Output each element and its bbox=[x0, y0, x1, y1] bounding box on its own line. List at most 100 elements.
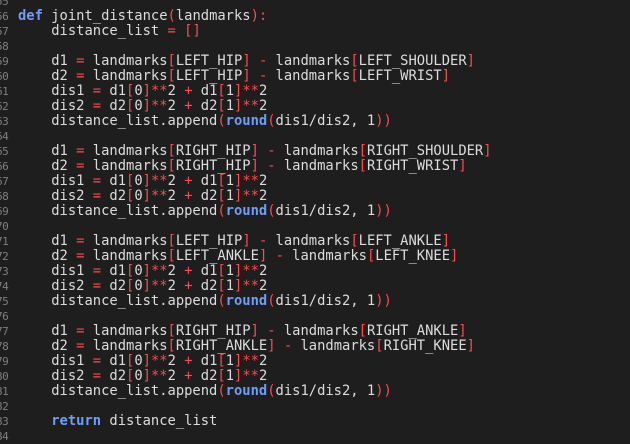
code-line[interactable]: 75 distance_list.append(round(dis1/dis2,… bbox=[0, 294, 630, 309]
code-token-plain: dis2 bbox=[18, 98, 93, 114]
code-line[interactable]: 57 distance_list = [] bbox=[0, 24, 630, 39]
code-line[interactable]: 73 dis1 = d1[0]**2 + d1[1]**2 bbox=[0, 264, 630, 279]
code-token-param: landmarks bbox=[175, 8, 251, 24]
code-token-bracket: ] bbox=[142, 368, 151, 384]
code-token-operator: ** bbox=[242, 98, 259, 114]
code-token-bracket: ] bbox=[142, 263, 151, 279]
code-token-operator: + bbox=[184, 353, 193, 369]
code-line[interactable]: 80 dis2 = d2[0]**2 + d2[1]**2 bbox=[0, 369, 630, 384]
code-line[interactable]: 58 bbox=[0, 39, 630, 54]
code-line[interactable]: 59 d1 = landmarks[LEFT_HIP] - landmarks[… bbox=[0, 54, 630, 69]
code-token-plain: distance_list.append bbox=[18, 383, 218, 399]
code-token-plain: LEFT_ANKLE bbox=[358, 233, 442, 249]
code-line[interactable]: 83 return distance_list bbox=[0, 414, 630, 429]
code-line[interactable]: 62 dis2 = d2[0]**2 + d2[1]**2 bbox=[0, 99, 630, 114]
line-number: 69 bbox=[0, 205, 9, 218]
code-line[interactable]: 77 d1 = landmarks[RIGHT_HIP] - landmarks… bbox=[0, 324, 630, 339]
line-code: d2 = landmarks[LEFT_HIP] - landmarks[LEF… bbox=[18, 69, 450, 84]
code-token-plain: landmarks bbox=[275, 143, 359, 159]
line-code: dis1 = d1[0]**2 + d1[1]**2 bbox=[18, 354, 267, 369]
code-token-bracket: ] bbox=[250, 323, 259, 339]
code-token-plain: d1 bbox=[18, 233, 77, 249]
code-token-plain: distance_list.append bbox=[18, 113, 218, 129]
code-line[interactable]: 70 bbox=[0, 219, 630, 234]
code-token-plain: LEFT_KNEE bbox=[375, 248, 451, 264]
code-token-plain: dis1/dis2, 1 bbox=[275, 293, 376, 309]
code-line[interactable]: 69 distance_list.append(round(dis1/dis2,… bbox=[0, 204, 630, 219]
code-token-operator: ** bbox=[242, 83, 259, 99]
code-token-plain: RIGHT_HIP bbox=[175, 323, 251, 339]
code-token-plain: d2 bbox=[101, 98, 126, 114]
code-line[interactable]: 81 distance_list.append(round(dis1/dis2,… bbox=[0, 384, 630, 399]
code-line[interactable]: 61 dis1 = d1[0]**2 + d1[1]**2 bbox=[0, 84, 630, 99]
code-token-number: 1 bbox=[225, 83, 235, 99]
code-token-operator: + bbox=[184, 83, 193, 99]
code-token-bracket: [ bbox=[217, 83, 226, 99]
code-token-plain: dis1 bbox=[18, 263, 93, 279]
code-line[interactable]: 76 bbox=[0, 309, 630, 324]
code-token-bracket: [ bbox=[167, 53, 176, 69]
code-token-plain: landmarks bbox=[84, 338, 168, 354]
code-token-plain: d1 bbox=[192, 83, 218, 99]
code-token-operator: ** bbox=[150, 98, 168, 114]
code-line[interactable]: 60 d2 = landmarks[LEFT_HIP] - landmarks[… bbox=[0, 69, 630, 84]
code-token-number: 1 bbox=[225, 188, 235, 204]
code-token-operator: - bbox=[258, 68, 268, 84]
code-line[interactable]: 56 def joint_distance(landmarks): bbox=[0, 9, 630, 24]
code-token-bracket: ): bbox=[250, 8, 268, 24]
code-editor[interactable]: 5556def joint_distance(landmarks):57 dis… bbox=[0, 0, 630, 444]
code-line[interactable]: 71 d1 = landmarks[LEFT_HIP] - landmarks[… bbox=[0, 234, 630, 249]
code-token-plain: dis1/dis2, 1 bbox=[275, 203, 376, 219]
code-line[interactable]: 67 dis1 = d1[0]**2 + d1[1]**2 bbox=[0, 174, 630, 189]
code-token-operator: ** bbox=[242, 278, 259, 294]
line-number: 61 bbox=[0, 85, 9, 98]
code-line[interactable]: 78 d2 = landmarks[RIGHT_ANKLE] - landmar… bbox=[0, 339, 630, 354]
code-line[interactable]: 82 bbox=[0, 399, 630, 414]
code-token-plain: dis2 bbox=[18, 278, 93, 294]
code-token-plain: RIGHT_ANKLE bbox=[366, 323, 459, 339]
code-token-number: 1 bbox=[225, 98, 235, 114]
code-line[interactable]: 65 d1 = landmarks[RIGHT_HIP] - landmarks… bbox=[0, 144, 630, 159]
code-token-plain: LEFT_HIP bbox=[175, 233, 243, 249]
code-token-bracket: ] bbox=[458, 323, 467, 339]
code-token-operator: = bbox=[92, 83, 102, 99]
code-token-plain: 2 bbox=[258, 263, 268, 279]
code-token-bracket: ] bbox=[483, 143, 492, 159]
code-token-plain: landmarks bbox=[84, 233, 168, 249]
code-token-plain: 2 bbox=[258, 188, 268, 204]
code-token-plain: landmarks bbox=[84, 158, 168, 174]
code-token-plain: landmarks bbox=[84, 68, 168, 84]
line-number: 71 bbox=[0, 235, 9, 248]
code-line[interactable]: 74 dis2 = d2[0]**2 + d2[1]**2 bbox=[0, 279, 630, 294]
code-token-plain: d2 bbox=[192, 278, 218, 294]
code-line[interactable]: 72 d2 = landmarks[LEFT_ANKLE] - landmark… bbox=[0, 249, 630, 264]
code-line[interactable]: 63 distance_list.append(round(dis1/dis2,… bbox=[0, 114, 630, 129]
code-token-plain: d2 bbox=[101, 368, 126, 384]
code-token-bracket: [ bbox=[217, 278, 226, 294]
line-number: 77 bbox=[0, 325, 9, 338]
code-token-plain: 2 bbox=[258, 173, 268, 189]
code-line[interactable]: 84 bbox=[0, 429, 630, 444]
code-line[interactable]: 68 dis2 = d2[0]**2 + d2[1]**2 bbox=[0, 189, 630, 204]
code-token-bracket: ( bbox=[217, 383, 226, 399]
code-token-number: 1 bbox=[225, 173, 235, 189]
code-token-bracket: [ bbox=[217, 368, 226, 384]
code-line[interactable]: 79 dis1 = d1[0]**2 + d1[1]**2 bbox=[0, 354, 630, 369]
code-token-operator: + bbox=[184, 188, 193, 204]
code-token-operator: + bbox=[184, 98, 193, 114]
line-code: def joint_distance(landmarks): bbox=[18, 9, 267, 24]
code-token-bracket: ] bbox=[250, 143, 259, 159]
code-token-bracket: [ bbox=[167, 233, 176, 249]
code-token-bracket: [ bbox=[375, 338, 384, 354]
code-token-plain: 2 bbox=[258, 278, 268, 294]
line-code: dis1 = d1[0]**2 + d1[1]**2 bbox=[18, 84, 267, 99]
code-line[interactable]: 64 bbox=[0, 129, 630, 144]
line-number: 62 bbox=[0, 100, 9, 113]
line-number: 66 bbox=[0, 160, 9, 173]
code-token-plain: 2 bbox=[167, 278, 185, 294]
code-token-bracket: )) bbox=[375, 293, 392, 309]
code-line[interactable]: 66 d2 = landmarks[RIGHT_HIP] - landmarks… bbox=[0, 159, 630, 174]
